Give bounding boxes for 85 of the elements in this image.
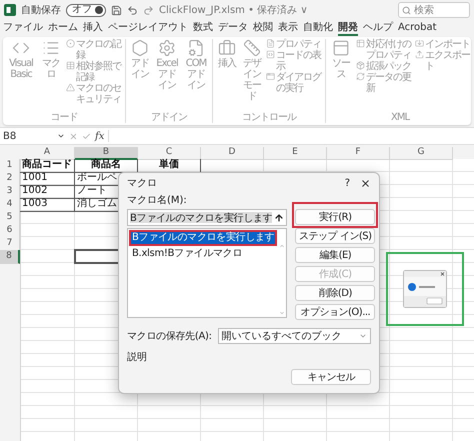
- menu-tab[interactable]: ヘルプ: [363, 20, 393, 36]
- table-cell: 1002: [20, 185, 75, 199]
- row-header[interactable]: 7: [0, 237, 20, 251]
- menu-tab[interactable]: データ: [218, 20, 248, 36]
- column-header[interactable]: C: [138, 147, 201, 160]
- document-icon: [266, 39, 275, 48]
- ruler-icon: [243, 39, 261, 57]
- column-header[interactable]: A: [20, 147, 75, 160]
- table-cell: 商品コード: [20, 159, 75, 173]
- menu-tab[interactable]: 数式: [193, 20, 213, 36]
- caret-icon: [359, 332, 367, 340]
- warning-icon: [66, 83, 75, 92]
- export-icon: [415, 50, 424, 59]
- hexagon-icon: [131, 39, 149, 57]
- record-icon: [66, 39, 75, 48]
- package-icon: [356, 61, 365, 70]
- dialog-button[interactable]: 実行(R): [295, 209, 376, 225]
- location-dropdown[interactable]: 開いているすべてのブック: [218, 328, 371, 344]
- column-header[interactable]: D: [201, 147, 264, 160]
- dialog-button[interactable]: ステップ イン(S): [295, 228, 376, 244]
- menu-tab[interactable]: Acrobat: [398, 20, 437, 36]
- list-item[interactable]: B.xlsm!Bファイルマクロ: [129, 246, 278, 262]
- document-title: ClickFlow_JP.xlsm • 保存済み ∨: [159, 4, 308, 17]
- save-icon[interactable]: [111, 4, 122, 16]
- row-header[interactable]: 2: [0, 172, 20, 186]
- menu-tab[interactable]: ファイル: [3, 20, 43, 36]
- column-header[interactable]: F: [327, 147, 390, 160]
- dialog-button[interactable]: 編集(E): [295, 247, 376, 263]
- message-box-drawing: [403, 270, 447, 308]
- list-item[interactable]: Bファイルのマクロを実行します: [129, 230, 278, 246]
- up-arrow-icon[interactable]: [274, 212, 284, 222]
- scroll-up-icon[interactable]: [279, 243, 286, 249]
- redo-icon[interactable]: [143, 4, 154, 16]
- close-icon[interactable]: [360, 178, 371, 188]
- search-field[interactable]: 検索: [398, 2, 470, 18]
- scroll-down-icon[interactable]: [279, 310, 286, 316]
- field-label: マクロの保存先(A):: [127, 330, 212, 343]
- table-icon: [66, 61, 75, 70]
- menu-tab[interactable]: 表示: [278, 20, 298, 36]
- search-icon: [402, 6, 411, 14]
- import-icon: [415, 39, 424, 48]
- menu-tab[interactable]: 校閲: [253, 20, 273, 36]
- table-cell: 1001: [20, 172, 75, 186]
- row-header[interactable]: 4: [0, 198, 20, 212]
- autosave-toggle[interactable]: オフ: [66, 4, 106, 16]
- column-header[interactable]: G: [390, 147, 453, 160]
- dialog-button[interactable]: オプション(O)...: [295, 304, 376, 320]
- list-icon: [42, 39, 60, 57]
- refresh-icon: [356, 72, 365, 81]
- macro-name-field[interactable]: Bファイルのマクロを実行します: [127, 209, 288, 226]
- row-header[interactable]: 5: [0, 211, 20, 225]
- help-button[interactable]: ?: [344, 178, 350, 188]
- window-icon: [266, 72, 275, 81]
- description-label: 説明: [127, 350, 148, 364]
- menu-tab[interactable]: 自動化: [303, 20, 333, 36]
- menu-tab[interactable]: ホーム: [48, 20, 78, 36]
- group-label: アドイン: [150, 112, 188, 123]
- function-button[interactable]: fx: [95, 130, 104, 142]
- autosave-label: 自動保存: [21, 4, 61, 17]
- cancel-button[interactable]: キャンセル: [291, 369, 371, 385]
- column-header[interactable]: B: [75, 147, 138, 160]
- menu-tab[interactable]: ページレイアウト: [108, 20, 188, 36]
- column-header[interactable]: E: [264, 147, 327, 160]
- row-header[interactable]: 6: [0, 224, 20, 238]
- name-box[interactable]: B8: [3, 130, 65, 142]
- undo-icon[interactable]: [127, 4, 138, 16]
- code-icon: [266, 50, 275, 59]
- caret-icon: [57, 132, 65, 140]
- menu-tab[interactable]: 挿入: [83, 20, 103, 36]
- file-gear-icon: [187, 39, 205, 57]
- group-label: コード: [50, 112, 78, 123]
- app-icon: [4, 4, 16, 16]
- row-header[interactable]: 8: [0, 250, 20, 264]
- cancel-icon[interactable]: [69, 132, 78, 140]
- toolbox-icon: [218, 39, 236, 57]
- panel-icon: [332, 39, 350, 57]
- table-icon: [356, 39, 365, 48]
- group-label: コントロール: [241, 112, 298, 123]
- table-cell: 1003: [20, 198, 75, 212]
- row-header[interactable]: 3: [0, 185, 20, 199]
- gear-icon: [158, 39, 176, 57]
- macro-list[interactable]: Bファイルのマクロを実行します B.xlsm!Bファイルマクロ: [127, 228, 288, 318]
- dialog-button[interactable]: 削除(D): [295, 285, 376, 301]
- check-icon[interactable]: [82, 132, 91, 140]
- group-label: XML: [390, 112, 411, 123]
